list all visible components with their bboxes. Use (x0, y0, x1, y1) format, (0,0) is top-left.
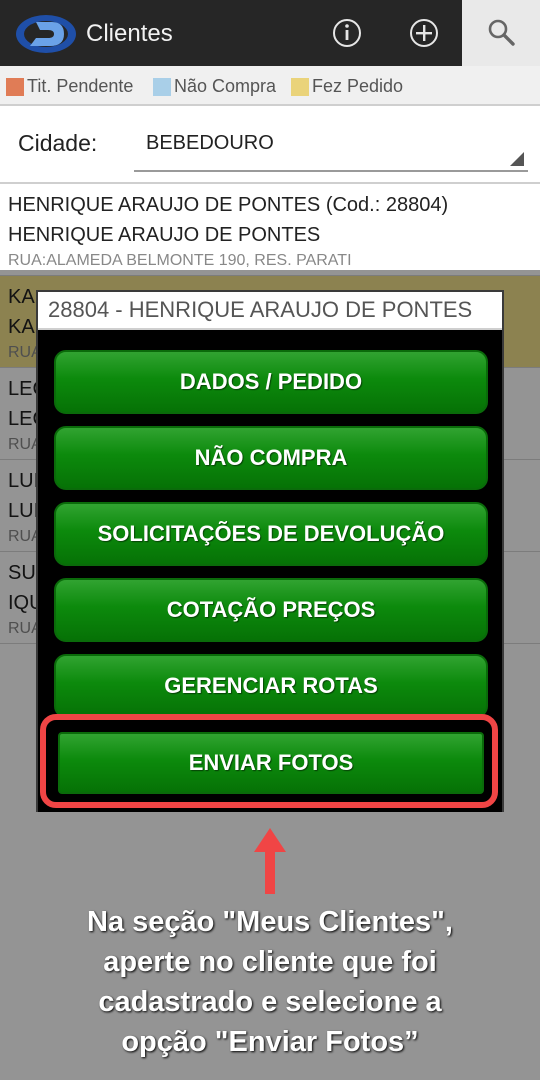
caption-line: cadastrado e selecione a (98, 986, 442, 1018)
caption-line: aperte no cliente que foi (103, 946, 437, 978)
list-item[interactable]: HENRIQUE ARAUJO DE PONTES (Cod.: 28804) … (0, 184, 540, 276)
dialog-title: 28804 - HENRIQUE ARAUJO DE PONTES (38, 292, 502, 326)
client-address: RUA:ALAMEDA BELMONTE 190, RES. PARATI (8, 252, 352, 269)
add-icon[interactable] (408, 17, 440, 49)
instruction-caption: Na seção "Meus Clientes", aperte no clie… (20, 902, 520, 1062)
status-legend: Tit. Pendente Não Compra Fez Pedido (0, 66, 540, 104)
solicitacoes-devolucao-button[interactable]: SOLICITAÇÕES DE DEVOLUÇÃO (54, 502, 488, 566)
legend-item-nao-compra: Não Compra (153, 76, 276, 97)
legend-label: Fez Pedido (312, 76, 404, 96)
search-button[interactable] (462, 0, 540, 66)
caption-line: Na seção "Meus Clientes", (87, 906, 453, 938)
dropdown-caret-icon (510, 152, 524, 166)
info-icon[interactable] (331, 17, 363, 49)
app-title: Clientes (86, 20, 173, 47)
gerenciar-rotas-button[interactable]: GERENCIAR ROTAS (54, 654, 488, 718)
legend-item-pendente: Tit. Pendente (6, 76, 133, 97)
search-icon (488, 19, 515, 46)
legend-item-fez-pedido: Fez Pedido (291, 76, 403, 97)
cotacao-precos-button[interactable]: COTAÇÃO PREÇOS (54, 578, 488, 642)
caption-line: opção "Enviar Fotos” (121, 1026, 419, 1058)
legend-swatch (6, 77, 24, 96)
city-filter: Cidade: BEBEDOURO (0, 104, 540, 184)
legend-label: Não Compra (174, 76, 277, 96)
highlight-frame (40, 714, 498, 808)
up-arrow-icon (254, 828, 286, 894)
legend-label: Tit. Pendente (27, 76, 134, 96)
nao-compra-button[interactable]: NÃO COMPRA (54, 426, 488, 490)
legend-swatch (291, 77, 309, 96)
city-label: Cidade: (18, 130, 98, 156)
app-logo-icon (16, 15, 76, 53)
city-select[interactable]: BEBEDOURO (134, 122, 528, 172)
city-value: BEBEDOURO (146, 132, 274, 154)
legend-swatch (153, 77, 171, 96)
client-trade-name: HENRIQUE ARAUJO DE PONTES (8, 224, 321, 246)
app-bar: Clientes (0, 0, 540, 66)
dados-pedido-button[interactable]: DADOS / PEDIDO (54, 350, 488, 414)
client-name-code: HENRIQUE ARAUJO DE PONTES (Cod.: 28804) (8, 194, 449, 216)
